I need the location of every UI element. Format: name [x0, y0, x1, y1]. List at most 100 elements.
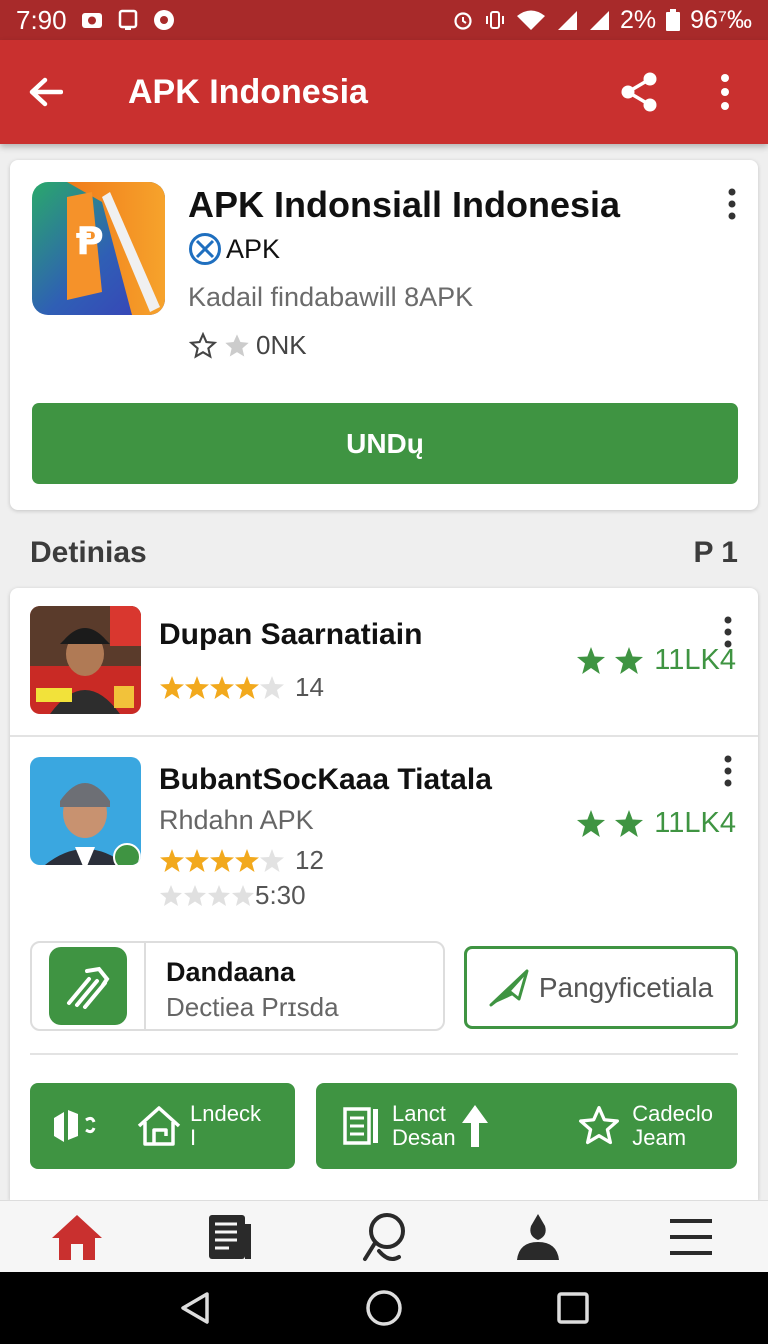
nav-news[interactable] — [190, 1201, 270, 1273]
camera-notification-icon — [81, 13, 102, 28]
square-recents-icon — [557, 1292, 590, 1324]
item-rating: 12 — [159, 845, 324, 876]
divider — [30, 1053, 738, 1055]
nav-home[interactable] — [37, 1201, 117, 1273]
more-options-button[interactable] — [682, 40, 768, 144]
tools-icon — [67, 966, 110, 1009]
launch-button[interactable]: Lanct Desan Cadeclo Jeam — [316, 1083, 737, 1169]
arrow-up-icon — [461, 1105, 488, 1147]
rating-stars-icon — [160, 848, 284, 872]
app-list-card: Dupan Saarnatiain 14 11LK4 BubantSocKaaa… — [10, 588, 758, 1200]
section-title: Detinias — [30, 536, 147, 569]
index-label-2: I — [190, 1125, 197, 1150]
favorite-label-2: Jeam — [632, 1125, 687, 1150]
share-button[interactable] — [596, 40, 682, 144]
rating-row: 0NK — [188, 330, 307, 361]
send-button[interactable]: Pangyficetiala — [464, 946, 738, 1029]
item-secondary-rating: 5:30 — [159, 880, 306, 911]
menu-icon — [670, 1218, 713, 1255]
battery-percent: 96⁷‰ — [690, 5, 752, 34]
app-logo: Ᵽ — [32, 182, 165, 315]
signal-icon — [590, 11, 609, 30]
nav-profile[interactable] — [498, 1201, 578, 1273]
index-label-1: Lndeck — [190, 1101, 261, 1126]
triangle-back-icon — [180, 1292, 209, 1324]
home-outline-icon — [137, 1106, 181, 1146]
favorite-label-1: Cadeclo — [632, 1101, 713, 1126]
section-header: Detinias P 1 — [30, 536, 738, 570]
send-icon — [489, 969, 529, 1006]
news-icon — [209, 1214, 252, 1259]
chip-icon — [49, 947, 127, 1025]
card-more-icon[interactable] — [720, 186, 744, 222]
page-title: APK Indonesia — [128, 72, 368, 111]
item-score: 11LK4 — [576, 807, 736, 840]
nav-search[interactable] — [344, 1201, 424, 1273]
home-icon — [51, 1214, 102, 1260]
section-page[interactable]: P 1 — [694, 536, 739, 570]
score-value: 11LK4 — [654, 807, 736, 839]
developer-name: APK — [226, 233, 281, 264]
system-back-button[interactable] — [165, 1278, 225, 1338]
document-icon — [343, 1107, 378, 1145]
star-outline-icon — [579, 1106, 620, 1145]
app-description: Kadail findabawill 8APK — [188, 282, 474, 312]
item-thumbnail — [30, 757, 141, 865]
vibrate-icon — [486, 11, 504, 29]
faded-stars-icon — [160, 884, 254, 906]
device-notification-icon — [118, 9, 137, 30]
blocks-icon — [54, 1110, 96, 1142]
item-rating: 14 — [159, 672, 324, 703]
rating-text: 0NK — [256, 330, 307, 360]
status-time: 7:90 — [16, 4, 67, 35]
app-bar: APK Indonesia — [0, 40, 768, 144]
score-stars-icon — [577, 646, 644, 674]
rating-stars-icon — [160, 675, 284, 699]
item-subtitle: Rhdahn APK — [159, 805, 314, 835]
status-bar: 7:90 2% 96⁷‰ — [0, 0, 768, 40]
wifi-icon — [517, 10, 545, 30]
share-icon — [621, 72, 657, 112]
back-arrow-icon — [29, 77, 63, 107]
star-outline-icon — [188, 331, 218, 359]
profile-icon — [516, 1213, 559, 1260]
signal-icon — [558, 11, 577, 30]
bottom-navigation — [0, 1200, 768, 1272]
back-button[interactable] — [0, 40, 92, 144]
item-score: 11LK4 — [576, 644, 736, 677]
send-button-label: Pangyficetiala — [538, 971, 714, 1003]
category-chip[interactable]: Dandaana Dectiea Prɪsda — [30, 941, 445, 1031]
chip-title: Dandaana — [166, 957, 296, 987]
item-name: BubantSocKaaa Tiatala — [159, 763, 492, 796]
score-value: 11LK4 — [654, 644, 736, 676]
verified-badge-icon — [189, 233, 221, 265]
developer-row[interactable]: APK — [188, 232, 280, 266]
battery-saver-text: 2% — [620, 5, 657, 34]
star-empty-icon — [225, 333, 249, 356]
item-thumbnail — [30, 606, 141, 714]
item-name: Dupan Saarnatiain — [159, 618, 423, 651]
record-icon — [153, 10, 174, 30]
search-icon — [362, 1212, 405, 1261]
battery-icon — [666, 9, 681, 31]
system-home-button[interactable] — [354, 1278, 414, 1338]
launch-label-1: Lanct — [392, 1101, 446, 1126]
system-recents-button[interactable] — [543, 1278, 603, 1338]
chip-subtitle: Dectiea Prɪsda — [166, 992, 339, 1022]
list-item[interactable]: BubantSocKaaa Tiatala Rhdahn APK 12 5:30… — [10, 737, 758, 1197]
index-button[interactable]: Lndeck I — [30, 1083, 295, 1169]
score-stars-icon — [577, 809, 644, 837]
svg-text:Ᵽ: Ᵽ — [76, 219, 104, 263]
more-vert-icon — [721, 74, 729, 110]
nav-menu[interactable] — [651, 1201, 731, 1273]
install-button[interactable]: UNDų — [32, 403, 738, 484]
item-more-icon[interactable] — [716, 753, 740, 789]
circle-home-icon — [366, 1290, 402, 1326]
rating-count: 12 — [295, 845, 324, 875]
system-navigation — [0, 1272, 768, 1344]
launch-label-2: Desan — [392, 1125, 456, 1150]
list-item[interactable]: Dupan Saarnatiain 14 11LK4 — [10, 588, 758, 736]
chip-icon-box — [32, 943, 146, 1029]
app-detail-card: Ᵽ APK Indonsiall Indonesia APK Kadail fi… — [10, 160, 758, 510]
app-name: APK Indonsiall Indonesia — [188, 184, 621, 225]
